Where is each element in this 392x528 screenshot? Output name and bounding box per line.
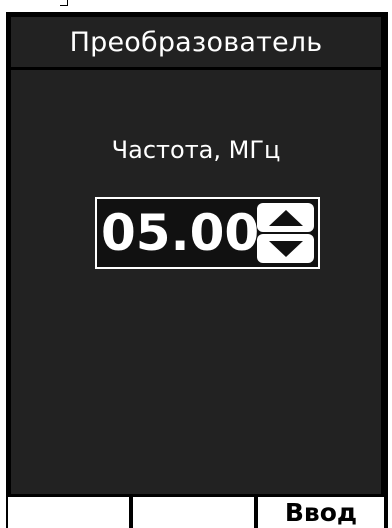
softkey-1[interactable] [8,497,129,528]
frequency-input[interactable]: 05.00 [95,197,320,269]
triangle-up-icon [268,209,303,226]
main-panel: Частота, МГц 05.00 [11,70,381,494]
device-screen: Преобразователь Частота, МГц 05.00 Ввод [6,12,388,528]
title-bar: Преобразователь [11,17,381,67]
softkey-2[interactable] [133,497,254,528]
frequency-stepper[interactable] [257,203,314,263]
triangle-down-icon [268,240,303,257]
decrement-button[interactable] [257,234,314,263]
page-title: Преобразователь [69,26,323,58]
top-edge-mark [60,0,68,6]
frequency-label: Частота, МГц [111,136,281,164]
softkey-bar: Ввод [6,497,388,528]
frequency-value[interactable]: 05.00 [101,208,259,258]
increment-button[interactable] [257,203,314,232]
enter-button[interactable]: Ввод [258,497,384,528]
